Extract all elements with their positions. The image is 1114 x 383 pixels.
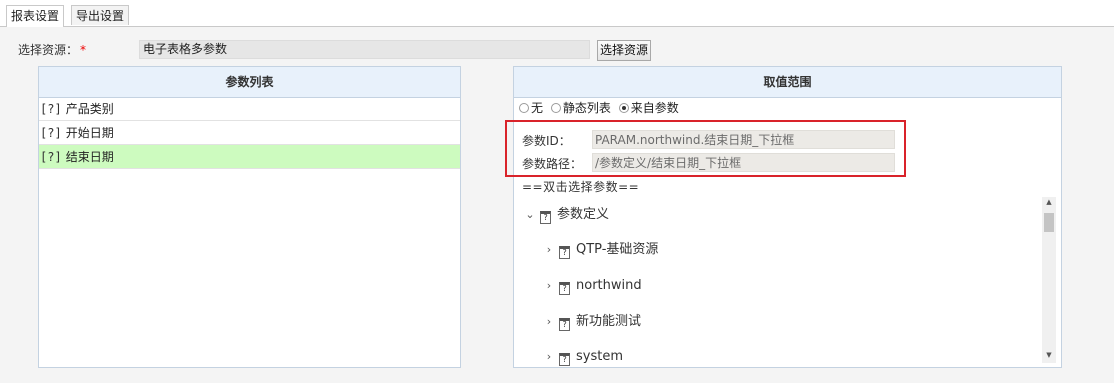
scroll-up-icon[interactable]: ▲ [1042, 197, 1056, 207]
radio-label: 无 [531, 101, 544, 115]
radio-circle-icon [519, 103, 529, 113]
radio-checked-icon [618, 103, 629, 113]
param-folder-icon: ? [559, 246, 570, 259]
param-label: 开始日期 [65, 126, 114, 140]
radio-static-list[interactable]: 静态列表 [550, 101, 611, 115]
resource-label-text: 选择资源： [18, 43, 79, 57]
tab-export-settings[interactable]: 导出设置 [71, 5, 130, 25]
tree-node[interactable]: ›? system [543, 347, 623, 367]
param-label: 结束日期 [65, 150, 114, 164]
param-list: [?] 产品类别 [?] 开始日期 [?] 结束日期 [39, 97, 460, 169]
scroll-down-icon[interactable]: ▼ [1042, 350, 1056, 360]
resource-field[interactable]: 电子表格多参数 [139, 40, 590, 59]
scrollbar-thumb[interactable] [1044, 213, 1054, 232]
param-list-header: 参数列表 [39, 67, 460, 98]
param-icon: [?] [40, 102, 62, 116]
double-click-hint: ==双击选择参数== [522, 180, 640, 194]
select-resource-button[interactable]: 选择资源 [597, 40, 651, 61]
required-mark: * [80, 43, 87, 57]
resource-label: 选择资源： * [18, 41, 86, 58]
value-range-header: 取值范围 [514, 67, 1061, 98]
param-folder-icon: ? [559, 318, 570, 331]
radio-none[interactable]: 无 [519, 101, 543, 115]
radio-circle-icon [550, 103, 561, 113]
param-list-item[interactable]: [?] 开始日期 [39, 121, 460, 145]
tree-node-label: 新功能测试 [576, 314, 642, 329]
tree-node-root[interactable]: ⌄? 参数定义 [524, 205, 609, 225]
tree-node-label: QTP-基础资源 [576, 242, 659, 257]
tab-bar: 报表设置 导出设置 [0, 0, 1114, 27]
chevron-down-icon[interactable]: ⌄ [524, 205, 536, 225]
param-label: 产品类别 [65, 102, 114, 116]
chevron-right-icon[interactable]: › [543, 240, 555, 260]
tree-node-label: 参数定义 [557, 207, 610, 222]
tree-node[interactable]: ›? 新功能测试 [543, 312, 641, 332]
tree-node-label: northwind [576, 278, 642, 293]
radio-label: 来自参数 [630, 101, 679, 115]
param-icon: [?] [40, 126, 62, 140]
radio-from-param[interactable]: 来自参数 [618, 101, 679, 115]
radio-label: 静态列表 [562, 101, 611, 115]
param-icon: [?] [40, 150, 62, 164]
tree-node[interactable]: ›? QTP-基础资源 [543, 240, 658, 260]
chevron-right-icon[interactable]: › [543, 347, 555, 367]
tab-report-settings[interactable]: 报表设置 [6, 5, 65, 27]
param-list-panel: 参数列表 [?] 产品类别 [?] 开始日期 [?] 结束日期 [38, 66, 461, 368]
param-list-item[interactable]: [?] 产品类别 [39, 97, 460, 121]
param-folder-icon: ? [559, 282, 570, 295]
tree-node[interactable]: ›? northwind [543, 276, 642, 296]
param-folder-icon: ? [540, 211, 551, 224]
chevron-right-icon[interactable]: › [543, 312, 555, 332]
tree-node-label: system [576, 349, 623, 364]
param-folder-icon: ? [559, 353, 570, 366]
highlight-box [505, 120, 906, 177]
chevron-right-icon[interactable]: › [543, 276, 555, 296]
value-source-radio-group: 无 静态列表 来自参数 [519, 100, 683, 116]
param-list-item-selected[interactable]: [?] 结束日期 [39, 145, 460, 169]
